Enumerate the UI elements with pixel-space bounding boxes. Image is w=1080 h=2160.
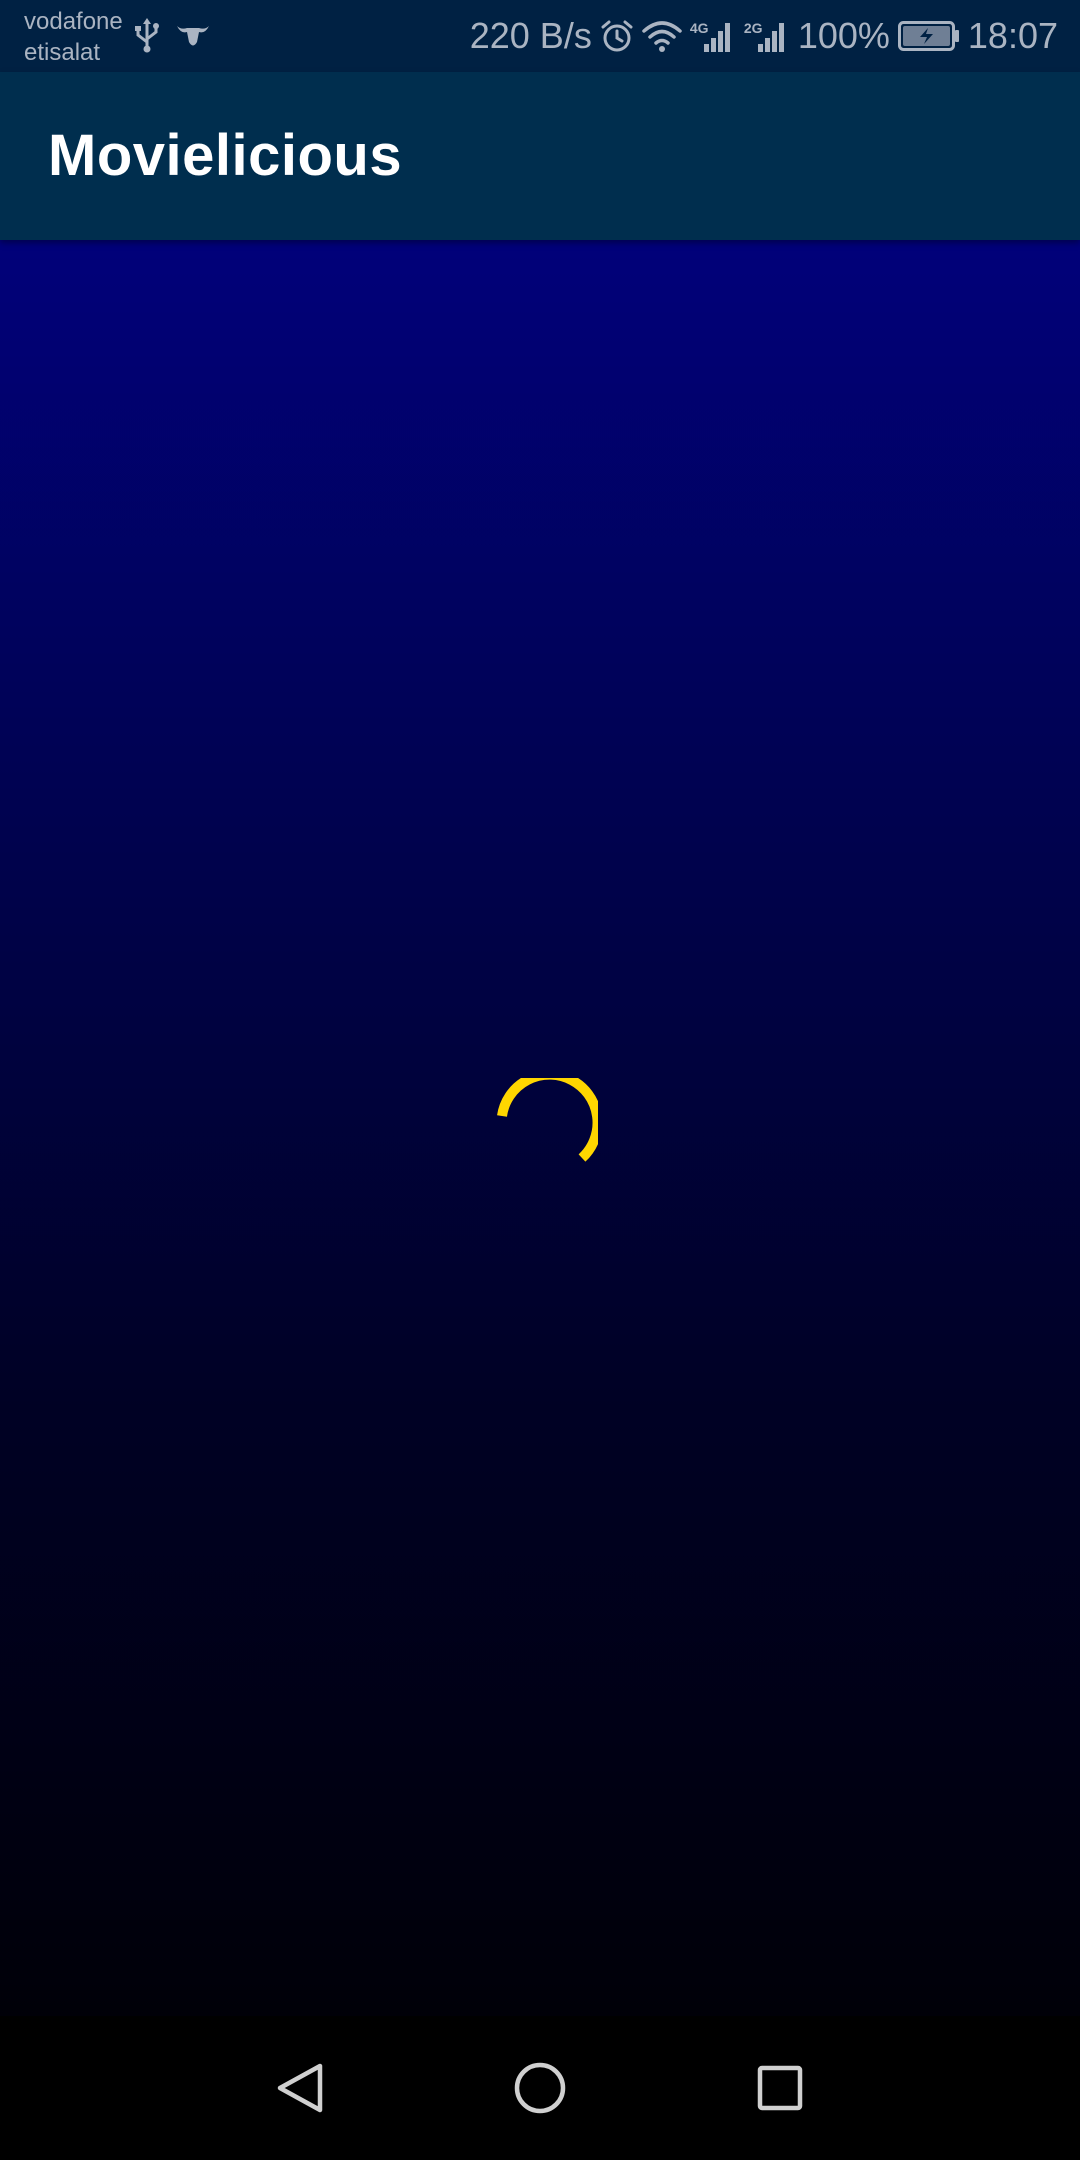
wifi-icon (642, 19, 682, 53)
alarm-icon (600, 19, 634, 53)
home-icon[interactable] (508, 2056, 572, 2120)
signal-2-type: 2G (743, 20, 763, 36)
battery-percent: 100% (797, 15, 890, 56)
carrier-2: etisalat (24, 39, 101, 66)
network-speed: 220 B/s (469, 15, 592, 56)
clock: 18:07 (967, 15, 1058, 56)
usb-icon (135, 18, 159, 53)
recent-apps-icon[interactable] (748, 2056, 812, 2120)
signal-icon: 2G (744, 18, 790, 54)
bull-icon (177, 26, 209, 46)
screen: vodafone etisalat 220 B/s 4G 2G 100% 18:… (0, 0, 1080, 2160)
signal-1-type: 4G (689, 20, 709, 36)
signal-icon: 4G (690, 18, 736, 54)
status-bar: vodafone etisalat 220 B/s 4G 2G 100% 18:… (0, 0, 1080, 72)
battery-charging-icon (897, 21, 960, 51)
back-icon[interactable] (268, 2056, 332, 2120)
app-title: Movielicious (48, 123, 403, 188)
carrier-1: vodafone (24, 8, 123, 35)
status-indicators: 220 B/s 4G 2G 100% 18:07 (470, 0, 1058, 72)
navigation-bar (0, 2016, 1080, 2160)
main-content (0, 240, 1080, 2016)
carrier-labels: vodafone etisalat (24, 6, 123, 68)
app-bar: Movielicious (0, 72, 1080, 240)
loading-spinner-icon (497, 1078, 598, 1162)
